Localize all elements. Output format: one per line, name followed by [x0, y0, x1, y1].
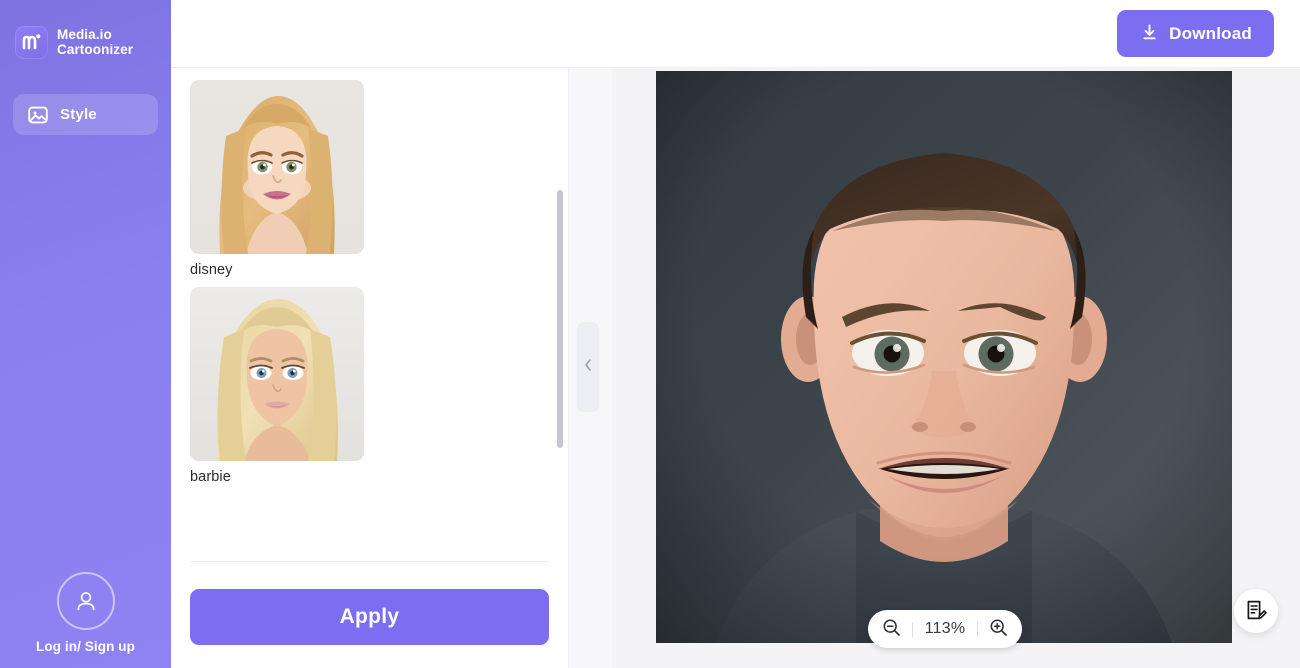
- feedback-button[interactable]: [1234, 589, 1278, 633]
- style-thumbnail-barbie: [190, 287, 364, 461]
- download-button[interactable]: Download: [1117, 10, 1274, 57]
- sidebar-item-style[interactable]: Style: [13, 94, 158, 135]
- style-card-barbie[interactable]: barbie: [190, 287, 364, 485]
- preview-canvas: 113%: [612, 68, 1300, 668]
- brand: Media.io Cartoonizer: [0, 0, 171, 66]
- login-signup-label: Log in/ Sign up: [36, 639, 135, 654]
- zoom-controls: 113%: [868, 610, 1022, 648]
- zoom-level-value: 113%: [924, 620, 966, 637]
- style-panel: disney barbie Apply: [171, 68, 568, 668]
- panel-gap: [568, 68, 612, 668]
- apply-section: Apply: [171, 562, 568, 668]
- sidebar-nav: Style: [0, 94, 171, 135]
- brand-line-1: Media.io: [57, 27, 112, 42]
- zoom-out-icon: [882, 618, 901, 640]
- style-name-disney: disney: [190, 262, 233, 278]
- zoom-in-button[interactable]: [988, 619, 1009, 640]
- zoom-separator-left: [912, 621, 913, 637]
- chevron-left-icon: [582, 357, 594, 378]
- zoom-out-button[interactable]: [881, 619, 902, 640]
- style-list-scrollbar[interactable]: [557, 190, 563, 448]
- app-root: Media.io Cartoonizer Style Log in/ Sign …: [0, 0, 1300, 668]
- download-label: Download: [1169, 23, 1252, 43]
- brand-line-2: Cartoonizer: [57, 42, 134, 57]
- collapse-panel-handle[interactable]: [577, 322, 599, 412]
- sidebar-item-label: Style: [60, 106, 97, 123]
- brand-title: Media.io Cartoonizer: [57, 27, 133, 57]
- style-thumbnail-disney: [190, 80, 364, 254]
- user-avatar-icon: [56, 572, 115, 630]
- download-icon: [1139, 22, 1160, 46]
- style-name-barbie: barbie: [190, 469, 231, 485]
- style-card-disney[interactable]: disney: [190, 80, 364, 278]
- zoom-in-icon: [989, 618, 1008, 640]
- feedback-note-icon: [1244, 598, 1268, 625]
- top-bar: Download: [171, 0, 1300, 68]
- style-list: disney barbie: [171, 68, 568, 548]
- preview-image: [656, 71, 1232, 643]
- zoom-separator-right: [977, 621, 978, 637]
- login-signup-button[interactable]: Log in/ Sign up: [0, 572, 171, 668]
- sidebar: Media.io Cartoonizer Style Log in/ Sign …: [0, 0, 171, 668]
- main-area: Download disney barbie Apply 113%: [171, 0, 1300, 668]
- body-row: disney barbie Apply 113%: [171, 68, 1300, 668]
- mediaio-logo-icon: [15, 25, 48, 59]
- apply-button[interactable]: Apply: [190, 589, 549, 645]
- image-icon: [27, 104, 49, 126]
